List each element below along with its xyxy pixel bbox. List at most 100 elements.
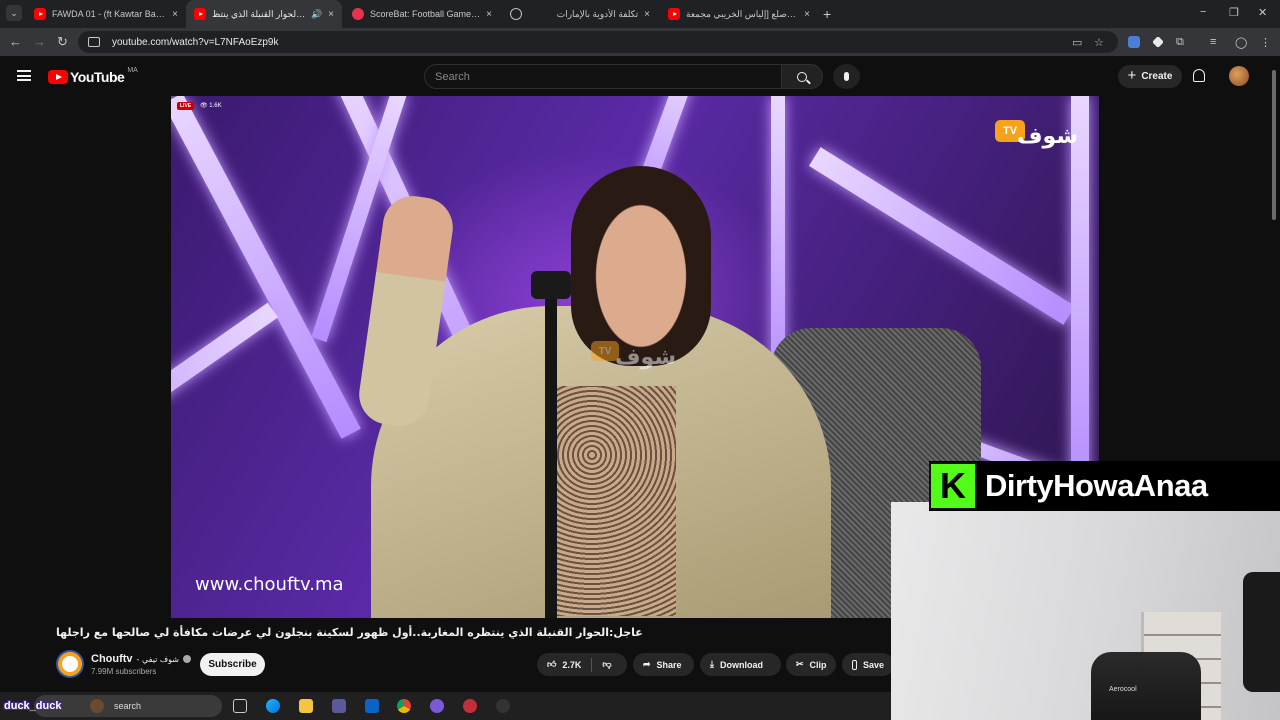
- outlook-icon[interactable]: [365, 699, 379, 713]
- save-button[interactable]: Save: [842, 653, 894, 676]
- close-icon[interactable]: ×: [804, 9, 810, 20]
- youtube-play-icon: [48, 70, 68, 84]
- like-count[interactable]: 2.7K: [562, 660, 581, 670]
- channel-name-latin[interactable]: Chouftv: [91, 653, 133, 665]
- light-beam: [171, 302, 279, 490]
- new-tab-button[interactable]: +: [823, 6, 831, 22]
- speaker-icon[interactable]: 🔊: [311, 9, 322, 20]
- notifications-bell-icon[interactable]: [1193, 69, 1205, 82]
- extensions-puzzle-icon[interactable]: ⧉: [1176, 36, 1184, 49]
- extension-diamond-icon[interactable]: [1152, 36, 1164, 48]
- download-button[interactable]: ⤓ Download: [700, 653, 781, 676]
- taskbar-search[interactable]: search: [34, 695, 222, 717]
- taskbar-search-label: search: [114, 701, 142, 711]
- restore-button[interactable]: ❐: [1229, 6, 1239, 19]
- subscriber-count: 7.99M subscribers: [91, 667, 157, 676]
- scorebat-icon: [352, 8, 364, 20]
- page-scrollbar[interactable]: [1270, 60, 1278, 220]
- viewer-count: 👁 1.6K: [200, 103, 222, 109]
- duck-overlay-text: duck_duck: [4, 700, 62, 712]
- search-button[interactable]: [781, 64, 823, 89]
- close-icon[interactable]: ×: [644, 9, 650, 20]
- tab-search-menu-button[interactable]: ⌄: [6, 5, 22, 21]
- reload-icon[interactable]: ↻: [57, 34, 68, 50]
- thumbs-down-icon[interactable]: 👎︎: [602, 659, 611, 670]
- close-window-button[interactable]: ✕: [1258, 6, 1267, 19]
- app-icon[interactable]: [496, 699, 510, 713]
- browser-tab-fawda[interactable]: FAWDA 01 - (ft Kawtar Bamo & ×: [26, 0, 186, 28]
- dark-object: [1243, 572, 1280, 692]
- live-badge: LIVE: [177, 102, 195, 110]
- more-menu-icon[interactable]: ⋮: [1260, 36, 1271, 49]
- channel-name[interactable]: Chouftv - شوف تيفي: [91, 653, 192, 665]
- profile-icon[interactable]: ◯: [1235, 36, 1247, 49]
- messenger-icon[interactable]: [430, 699, 444, 713]
- translate-extension-icon[interactable]: [1128, 36, 1140, 48]
- watermark-url: www.chouftv.ma: [195, 574, 344, 595]
- address-bar[interactable]: youtube.com/watch?v=L7NFAoEzp9k: [78, 31, 1118, 53]
- bookmark-icon: [852, 659, 857, 670]
- account-avatar[interactable]: [1229, 66, 1249, 86]
- save-label: Save: [862, 659, 884, 670]
- tab-title: ScoreBat: Football Games Toda: [370, 9, 480, 19]
- chair-brand-label: Aerocool: [1109, 686, 1137, 693]
- minimize-button[interactable]: −: [1200, 6, 1206, 18]
- create-button[interactable]: + Create: [1118, 65, 1182, 88]
- share-arrow-icon: ➦: [643, 659, 651, 669]
- person-head: [571, 166, 711, 366]
- site-info-icon[interactable]: [88, 37, 100, 47]
- share-button[interactable]: ➦ Share: [633, 653, 694, 676]
- youtube-icon: [668, 8, 680, 20]
- back-arrow-icon[interactable]: ←: [9, 34, 22, 49]
- forward-arrow-icon[interactable]: →: [33, 34, 46, 49]
- browser-tab-medicine[interactable]: تكلفة الأدوية بالإمارات ×: [502, 0, 658, 28]
- browser-tab-ilyas[interactable]: هل أصلع [إلياس الخريبي مجمعة ×: [660, 0, 818, 28]
- close-icon[interactable]: ×: [486, 9, 492, 20]
- clip-button[interactable]: ✂ Clip: [786, 653, 836, 676]
- country-code: MA: [127, 66, 138, 74]
- chouftv-watermark: TV شوف: [591, 341, 687, 381]
- search-input[interactable]: Search: [424, 64, 782, 89]
- streamer-name-tag: K DirtyHowaAnaa: [929, 461, 1280, 511]
- download-label: Download: [719, 659, 763, 670]
- url-text[interactable]: youtube.com/watch?v=L7NFAoEzp9k: [112, 37, 278, 48]
- hamburger-menu-icon[interactable]: [17, 70, 31, 81]
- bookmark-star-icon[interactable]: ☆: [1094, 36, 1104, 49]
- close-icon[interactable]: ×: [172, 9, 178, 20]
- edge-browser-icon[interactable]: [266, 699, 280, 713]
- kick-logo-icon: K: [929, 462, 977, 510]
- youtube-logo[interactable]: YouTube MA: [48, 66, 138, 85]
- browser-tab-scorebat[interactable]: ScoreBat: Football Games Toda ×: [344, 0, 500, 28]
- streamer-name: DirtyHowaAnaa: [985, 468, 1208, 503]
- scrollbar-thumb[interactable]: [1272, 70, 1276, 220]
- channel-name-arabic[interactable]: - شوف تيفي: [137, 655, 179, 664]
- app-icon[interactable]: [463, 699, 477, 713]
- store-icon[interactable]: [332, 699, 346, 713]
- tab-title: FAWDA 01 - (ft Kawtar Bamo &: [52, 9, 167, 19]
- youtube-icon: [194, 8, 206, 20]
- webcam-overlay: Aerocool: [891, 502, 1280, 720]
- chouftv-logo: TV شوف: [995, 120, 1078, 154]
- subscribe-button[interactable]: Subscribe: [200, 653, 265, 676]
- light-beam: [171, 96, 361, 439]
- plus-icon: +: [1127, 67, 1137, 84]
- chrome-icon[interactable]: [397, 699, 411, 713]
- voice-search-button[interactable]: [833, 64, 860, 89]
- like-dislike-group: 👍︎ 2.7K 👎︎: [537, 653, 627, 676]
- thumbs-up-icon[interactable]: 👍︎: [547, 659, 556, 670]
- channel-avatar[interactable]: [56, 650, 84, 678]
- create-label: Create: [1141, 71, 1173, 82]
- tab-title: عاجل:الحوار القنبلة الذي ينتظ: [212, 8, 307, 19]
- browser-tab-active-video[interactable]: عاجل:الحوار القنبلة الذي ينتظ 🔊 ×: [186, 0, 342, 28]
- task-view-icon[interactable]: [233, 699, 247, 713]
- file-explorer-icon[interactable]: [299, 699, 313, 713]
- reading-list-icon[interactable]: ≡: [1210, 36, 1216, 48]
- scissors-icon: ✂: [796, 659, 804, 669]
- tab-title: تكلفة الأدوية بالإمارات: [556, 8, 639, 19]
- verified-badge-icon: [183, 655, 192, 663]
- close-icon[interactable]: ×: [328, 9, 334, 20]
- cast-icon[interactable]: ▭: [1072, 36, 1082, 49]
- chouf-arabic-wordmark: شوف: [1017, 124, 1078, 149]
- windows-taskbar: search: [0, 692, 891, 720]
- leopard-top: [556, 386, 676, 616]
